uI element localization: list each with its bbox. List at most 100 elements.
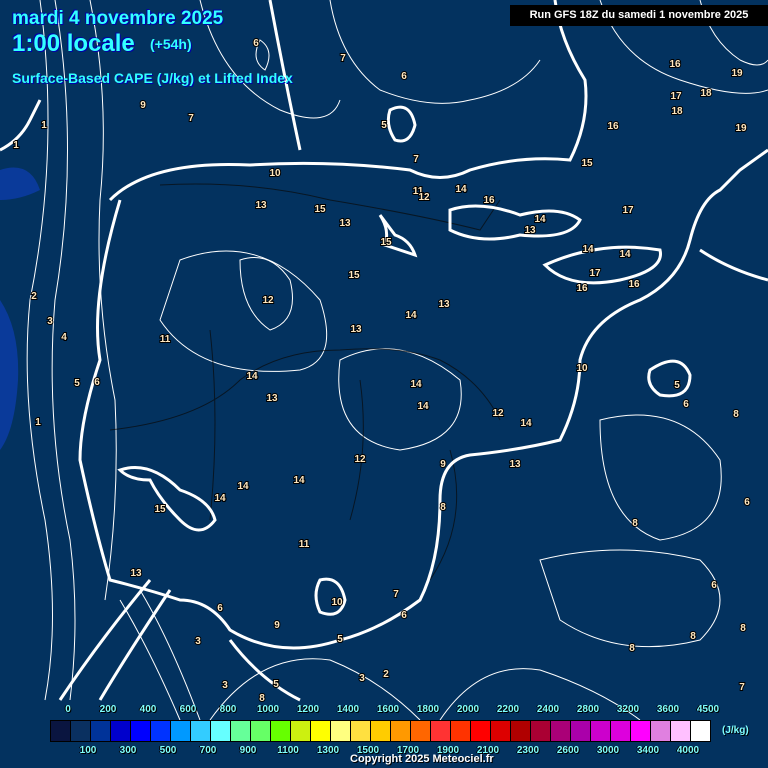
lifted-index-label: 9 [274, 620, 280, 631]
lifted-index-label: 8 [440, 502, 446, 513]
low-cape-area [0, 300, 19, 450]
lifted-index-label: 10 [576, 363, 588, 374]
lifted-index-label: 14 [214, 493, 226, 504]
legend-swatch [611, 721, 631, 741]
legend-label: 3600 [656, 704, 680, 715]
legend-swatch [211, 721, 231, 741]
legend-label: 2200 [496, 704, 520, 715]
cape-map: 6 7 6 9 7 5 1 1 7 10 11 12 14 16 15 16 16 19 17 18 18 19 17 13 1… [0, 0, 768, 768]
legend-swatch [111, 721, 131, 741]
lifted-index-label: 14 [246, 371, 258, 382]
lifted-index-label: 19 [731, 68, 743, 79]
lifted-index-label: 7 [393, 589, 399, 600]
lifted-index-label: 13 [524, 225, 536, 236]
lifted-index-label: 14 [582, 244, 594, 255]
lifted-index-label: 5 [273, 679, 279, 690]
lifted-index-label: 6 [683, 399, 689, 410]
parameter-title: Surface-Based CAPE (J/kg) et Lifted Inde… [12, 70, 293, 86]
lifted-index-label: 14 [520, 418, 532, 429]
legend-label: 3400 [636, 745, 660, 756]
lifted-index-label: 11 [299, 539, 310, 550]
lifted-index-label: 8 [629, 643, 635, 654]
legend-swatch [511, 721, 531, 741]
lifted-index-label: 15 [380, 237, 392, 248]
legend-label: 300 [119, 745, 137, 756]
lifted-index-label: 8 [690, 631, 696, 642]
lifted-index-label: 14 [455, 184, 467, 195]
lifted-index-label: 10 [331, 597, 343, 608]
lifted-index-label: 19 [735, 123, 747, 134]
legend-swatch [231, 721, 251, 741]
legend-swatch [131, 721, 151, 741]
legend-label: 2800 [576, 704, 600, 715]
low-cape-area [0, 167, 40, 200]
lifted-index-label: 7 [413, 154, 419, 165]
legend-swatch [71, 721, 91, 741]
legend-label: 200 [99, 704, 117, 715]
legend-label: 1100 [277, 745, 299, 756]
legend-label: 1200 [296, 704, 320, 715]
legend-label: 1400 [336, 704, 360, 715]
lifted-index-label: 3 [47, 316, 53, 327]
legend-label: 3200 [616, 704, 640, 715]
lifted-index-label: 13 [255, 200, 267, 211]
legend-swatch [271, 721, 291, 741]
lifted-index-label: 16 [576, 283, 588, 294]
forecast-lead: (+54h) [150, 36, 192, 52]
legend-swatch [431, 721, 451, 741]
legend-label: 1800 [416, 704, 440, 715]
lifted-index-label: 13 [438, 299, 450, 310]
legend-swatch [591, 721, 611, 741]
lifted-index-label: 3 [222, 680, 228, 691]
legend-swatch [531, 721, 551, 741]
lifted-index-labels: 67697511710111214161516161917 1818191713 1… [12, 37, 751, 705]
legend-label: 2600 [556, 745, 580, 756]
lifted-index-label: 14 [534, 214, 546, 225]
lifted-index-label: 13 [266, 393, 278, 404]
lifted-index-label: 16 [628, 279, 640, 290]
legend-swatch [91, 721, 111, 741]
lifted-index-label: 2 [31, 291, 37, 302]
legend-label: 3000 [596, 745, 620, 756]
lifted-index-label: 17 [589, 268, 601, 279]
lifted-index-label: 8 [733, 409, 739, 420]
lifted-index-label: 15 [154, 504, 166, 515]
legend-swatch [51, 721, 71, 741]
legend-swatch [411, 721, 431, 741]
legend-swatch [551, 721, 571, 741]
legend-swatch [371, 721, 391, 741]
lifted-index-label: 14 [237, 481, 249, 492]
lifted-index-label: 1 [35, 417, 41, 428]
lifted-index-label: 18 [671, 106, 683, 117]
legend-swatch [331, 721, 351, 741]
legend-unit: (J/kg) [722, 725, 749, 736]
lifted-index-label: 6 [711, 580, 717, 591]
legend-label: 1000 [256, 704, 280, 715]
forecast-date: mardi 4 novembre 2025 [12, 8, 224, 29]
lifted-index-label: 14 [619, 249, 631, 260]
lifted-index-label: 13 [350, 324, 362, 335]
lifted-index-label: 6 [401, 71, 407, 82]
legend-swatch [191, 721, 211, 741]
legend-label: 700 [199, 745, 217, 756]
lifted-index-label: 15 [348, 270, 360, 281]
legend-label: 900 [239, 745, 257, 756]
lifted-index-label: 12 [418, 192, 430, 203]
lifted-index-label: 9 [440, 459, 446, 470]
lifted-index-label: 6 [94, 377, 100, 388]
copyright: Copyright 2025 Meteociel.fr [350, 753, 494, 765]
lifted-index-label: 16 [669, 59, 681, 70]
legend-label: 800 [219, 704, 237, 715]
lifted-index-label: 5 [674, 380, 680, 391]
forecast-time: 1:00 locale [12, 30, 135, 57]
lifted-index-label: 15 [314, 204, 326, 215]
lifted-index-label: 7 [739, 682, 745, 693]
lifted-index-label: 6 [401, 610, 407, 621]
legend-swatch [151, 721, 171, 741]
lifted-index-label: 14 [417, 401, 429, 412]
lifted-index-label: 5 [337, 634, 343, 645]
lifted-index-label: 11 [160, 334, 171, 345]
legend-label: 2000 [456, 704, 480, 715]
lifted-index-label: 6 [253, 38, 259, 49]
lifted-index-label: 2 [383, 669, 389, 680]
